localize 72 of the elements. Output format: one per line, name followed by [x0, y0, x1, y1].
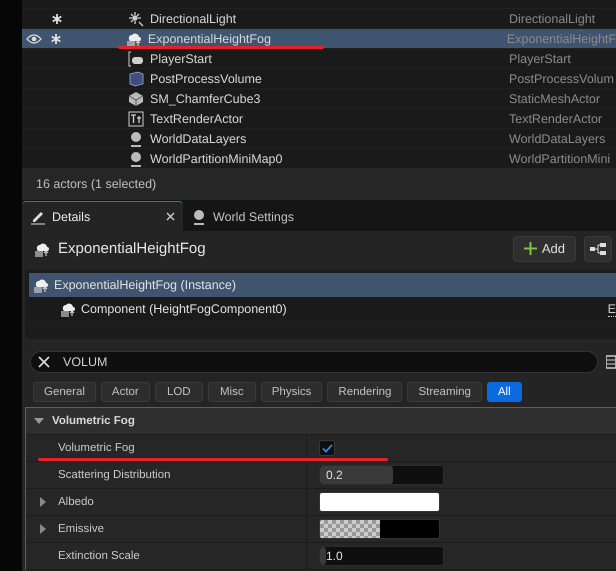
- panel-tab[interactable]: Details: [22, 201, 183, 231]
- outliner-row[interactable]: PostProcessVolume PostProcessVolum: [22, 68, 616, 88]
- fog-icon: [60, 301, 76, 317]
- component-tree-item[interactable]: ExponentialHeightFog (Instance): [29, 273, 616, 297]
- property-label: Scattering Distribution: [58, 469, 170, 481]
- property-label: Volumetric Fog: [58, 442, 135, 454]
- hierarchy-button[interactable]: [584, 236, 612, 262]
- actor-name: SM_ChamferCube3: [150, 92, 262, 106]
- eye-icon[interactable]: [26, 34, 42, 44]
- actor-type: PostProcessVolum: [509, 72, 614, 86]
- close-icon[interactable]: [166, 212, 175, 221]
- number-field[interactable]: 0.2: [319, 465, 444, 485]
- gamepad-icon: [128, 50, 144, 66]
- outliner-row[interactable]: ExponentialHeightFog ExponentialHeightF: [22, 28, 616, 48]
- actor-name: DirectionalLight: [150, 12, 238, 26]
- actor-count: 16 actors (1 selected): [36, 177, 156, 191]
- plus-icon: [524, 242, 537, 255]
- actor-name: WorldDataLayers: [150, 132, 248, 146]
- actor-title: ExponentialHeightFog: [58, 240, 207, 257]
- fog-icon: [34, 240, 50, 256]
- asterisk-icon: [51, 34, 62, 44]
- edit-link[interactable]: E: [608, 302, 616, 316]
- number-field[interactable]: 1.0: [319, 546, 444, 566]
- filter-chip[interactable]: Misc: [208, 382, 256, 402]
- list-icon[interactable]: [606, 355, 616, 369]
- filter-chip[interactable]: All: [486, 382, 522, 402]
- field-value: 0.2: [325, 468, 343, 482]
- hierarchy-icon: [590, 242, 606, 254]
- actor-name: PostProcessVolume: [150, 72, 263, 86]
- filter-chip[interactable]: General: [33, 382, 96, 402]
- add-button[interactable]: Add: [512, 236, 576, 262]
- expand-icon[interactable]: [38, 497, 48, 507]
- color-swatch[interactable]: [319, 519, 440, 539]
- filter-chip[interactable]: Rendering: [327, 382, 402, 402]
- outliner-row[interactable]: WorldDataLayers WorldDataLayers: [22, 128, 616, 148]
- color-swatch[interactable]: [319, 492, 440, 512]
- filter-chip[interactable]: Actor: [100, 382, 150, 402]
- sun-icon: [128, 10, 144, 26]
- cube-volume-icon: [128, 70, 144, 86]
- text-icon: [128, 110, 144, 126]
- search-field[interactable]: VOLUM: [30, 351, 598, 373]
- actor-type: WorldPartitionMini: [509, 152, 610, 166]
- actor-type: StaticMeshActor: [509, 92, 600, 106]
- fog-icon: [33, 277, 49, 293]
- clear-icon[interactable]: [38, 356, 50, 368]
- actor-type: TextRenderActor: [509, 112, 602, 126]
- actor-type: DirectionalLight: [509, 12, 596, 26]
- property-label: Albedo: [58, 496, 94, 508]
- collapse-icon[interactable]: [34, 416, 44, 426]
- filter-chip[interactable]: LOD: [154, 382, 203, 402]
- panel-tab[interactable]: World Settings: [183, 201, 302, 231]
- actor-type: PlayerStart: [509, 52, 571, 66]
- actor-name: PlayerStart: [150, 52, 213, 66]
- section-title: Volumetric Fog: [52, 415, 135, 427]
- property-label: Extinction Scale: [58, 550, 140, 562]
- field-value: 1.0: [325, 549, 343, 563]
- fog-icon: [126, 30, 142, 46]
- filter-chip[interactable]: Streaming: [407, 382, 482, 402]
- expand-icon[interactable]: [38, 524, 48, 534]
- outliner-row[interactable]: SM_ChamferCube3 StaticMeshActor: [22, 88, 616, 108]
- actor-type: ExponentialHeightF: [506, 32, 616, 46]
- cube-icon: [128, 90, 144, 106]
- actor-name: ExponentialHeightFog: [148, 32, 272, 46]
- outliner-row[interactable]: TextRenderActor TextRenderActor: [22, 108, 616, 128]
- actor-type: WorldDataLayers: [509, 132, 606, 146]
- property-label: Emissive: [58, 523, 104, 535]
- outliner-row[interactable]: PlayerStart PlayerStart: [22, 48, 616, 68]
- checkbox[interactable]: [319, 440, 335, 456]
- actor-name: TextRenderActor: [150, 112, 244, 126]
- filter-chip[interactable]: Physics: [260, 382, 322, 402]
- asterisk-icon: [52, 14, 62, 24]
- actor-name: WorldPartitionMiniMap0: [150, 152, 284, 166]
